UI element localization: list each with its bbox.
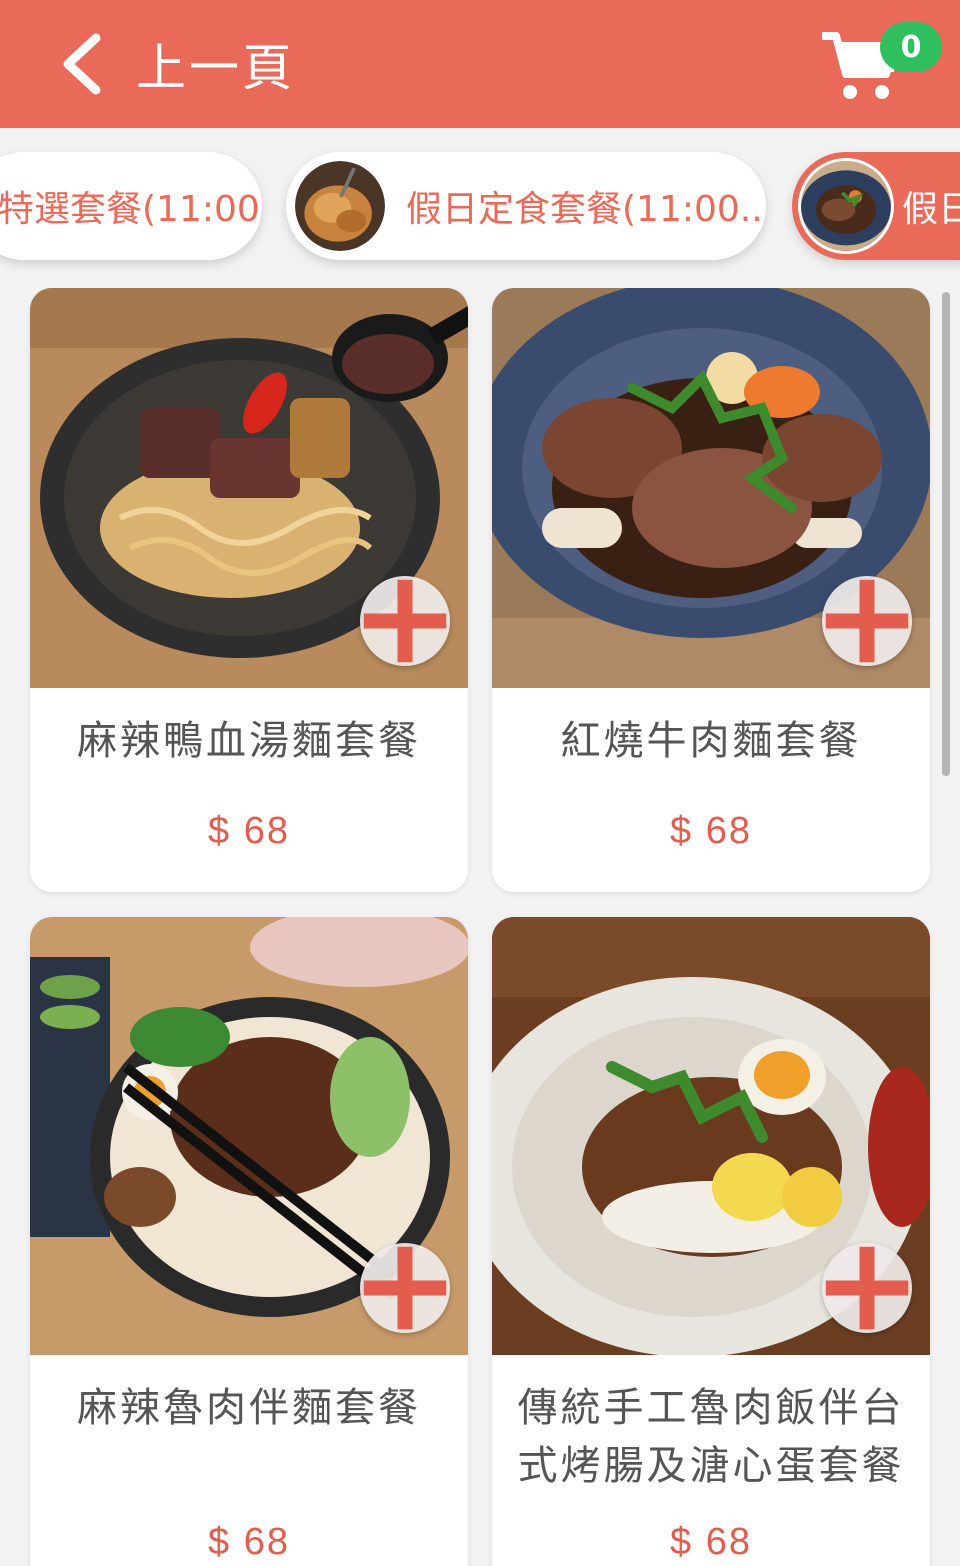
back-button[interactable]: 上一頁: [58, 28, 295, 100]
product-name: 紅燒牛肉麵套餐: [560, 718, 862, 764]
tab-holiday-active[interactable]: 假日: [792, 152, 960, 260]
product-name: 麻辣鴨血湯麵套餐: [77, 718, 421, 764]
product-photo: [492, 917, 930, 1355]
plus-icon: [825, 1246, 909, 1330]
category-tabs: 特選套餐(11:00... 假日定食套餐(11:00...: [0, 128, 960, 288]
tab-label: 假日: [902, 189, 960, 230]
product-price: $ 68: [670, 1521, 752, 1563]
beef-noodle-thumbnail: [798, 158, 894, 254]
product-card[interactable]: 麻辣鴨血湯麵套餐 $ 68: [30, 288, 468, 892]
product-name: 麻辣魯肉伴麵套餐: [77, 1385, 421, 1431]
add-to-cart-button[interactable]: [822, 1243, 912, 1333]
scrollbar[interactable]: [942, 292, 950, 776]
tab-holiday-set[interactable]: 假日定食套餐(11:00...: [286, 152, 766, 260]
product-grid: 麻辣鴨血湯麵套餐 $ 68 紅燒牛肉麵套餐 $ 68 麻辣魯肉伴麵套餐 $ 68…: [0, 288, 960, 1566]
tab-special-set[interactable]: 特選套餐(11:00...: [0, 152, 262, 260]
fried-chicken-thumbnail: [292, 158, 388, 254]
product-photo: [492, 288, 930, 688]
back-label: 上一頁: [136, 39, 295, 97]
chevron-left-icon: [63, 33, 101, 95]
product-price: $ 68: [208, 810, 290, 852]
plus-icon: [363, 579, 447, 663]
product-card[interactable]: 傳統手工魯肉飯伴台式烤腸及溏心蛋套餐 $ 68: [492, 917, 930, 1566]
tab-label: 特選套餐(11:00...: [0, 189, 262, 230]
add-to-cart-button[interactable]: [360, 576, 450, 666]
product-price: $ 68: [208, 1521, 290, 1563]
plus-icon: [825, 579, 909, 663]
add-to-cart-button[interactable]: [360, 1243, 450, 1333]
plus-icon: [363, 1246, 447, 1330]
product-card[interactable]: 紅燒牛肉麵套餐 $ 68: [492, 288, 930, 892]
product-card[interactable]: 麻辣魯肉伴麵套餐 $ 68: [30, 917, 468, 1566]
product-photo: [30, 917, 468, 1355]
product-photo: [30, 288, 468, 688]
app-header: 上一頁 0: [0, 0, 960, 128]
tab-label: 假日定食套餐(11:00...: [406, 189, 766, 230]
product-price: $ 68: [670, 810, 752, 852]
cart-button[interactable]: 0: [818, 22, 942, 104]
add-to-cart-button[interactable]: [822, 576, 912, 666]
product-name: 傳統手工魯肉飯伴台式烤腸及溏心蛋套餐: [517, 1385, 905, 1489]
cart-count-badge: 0: [880, 22, 942, 72]
